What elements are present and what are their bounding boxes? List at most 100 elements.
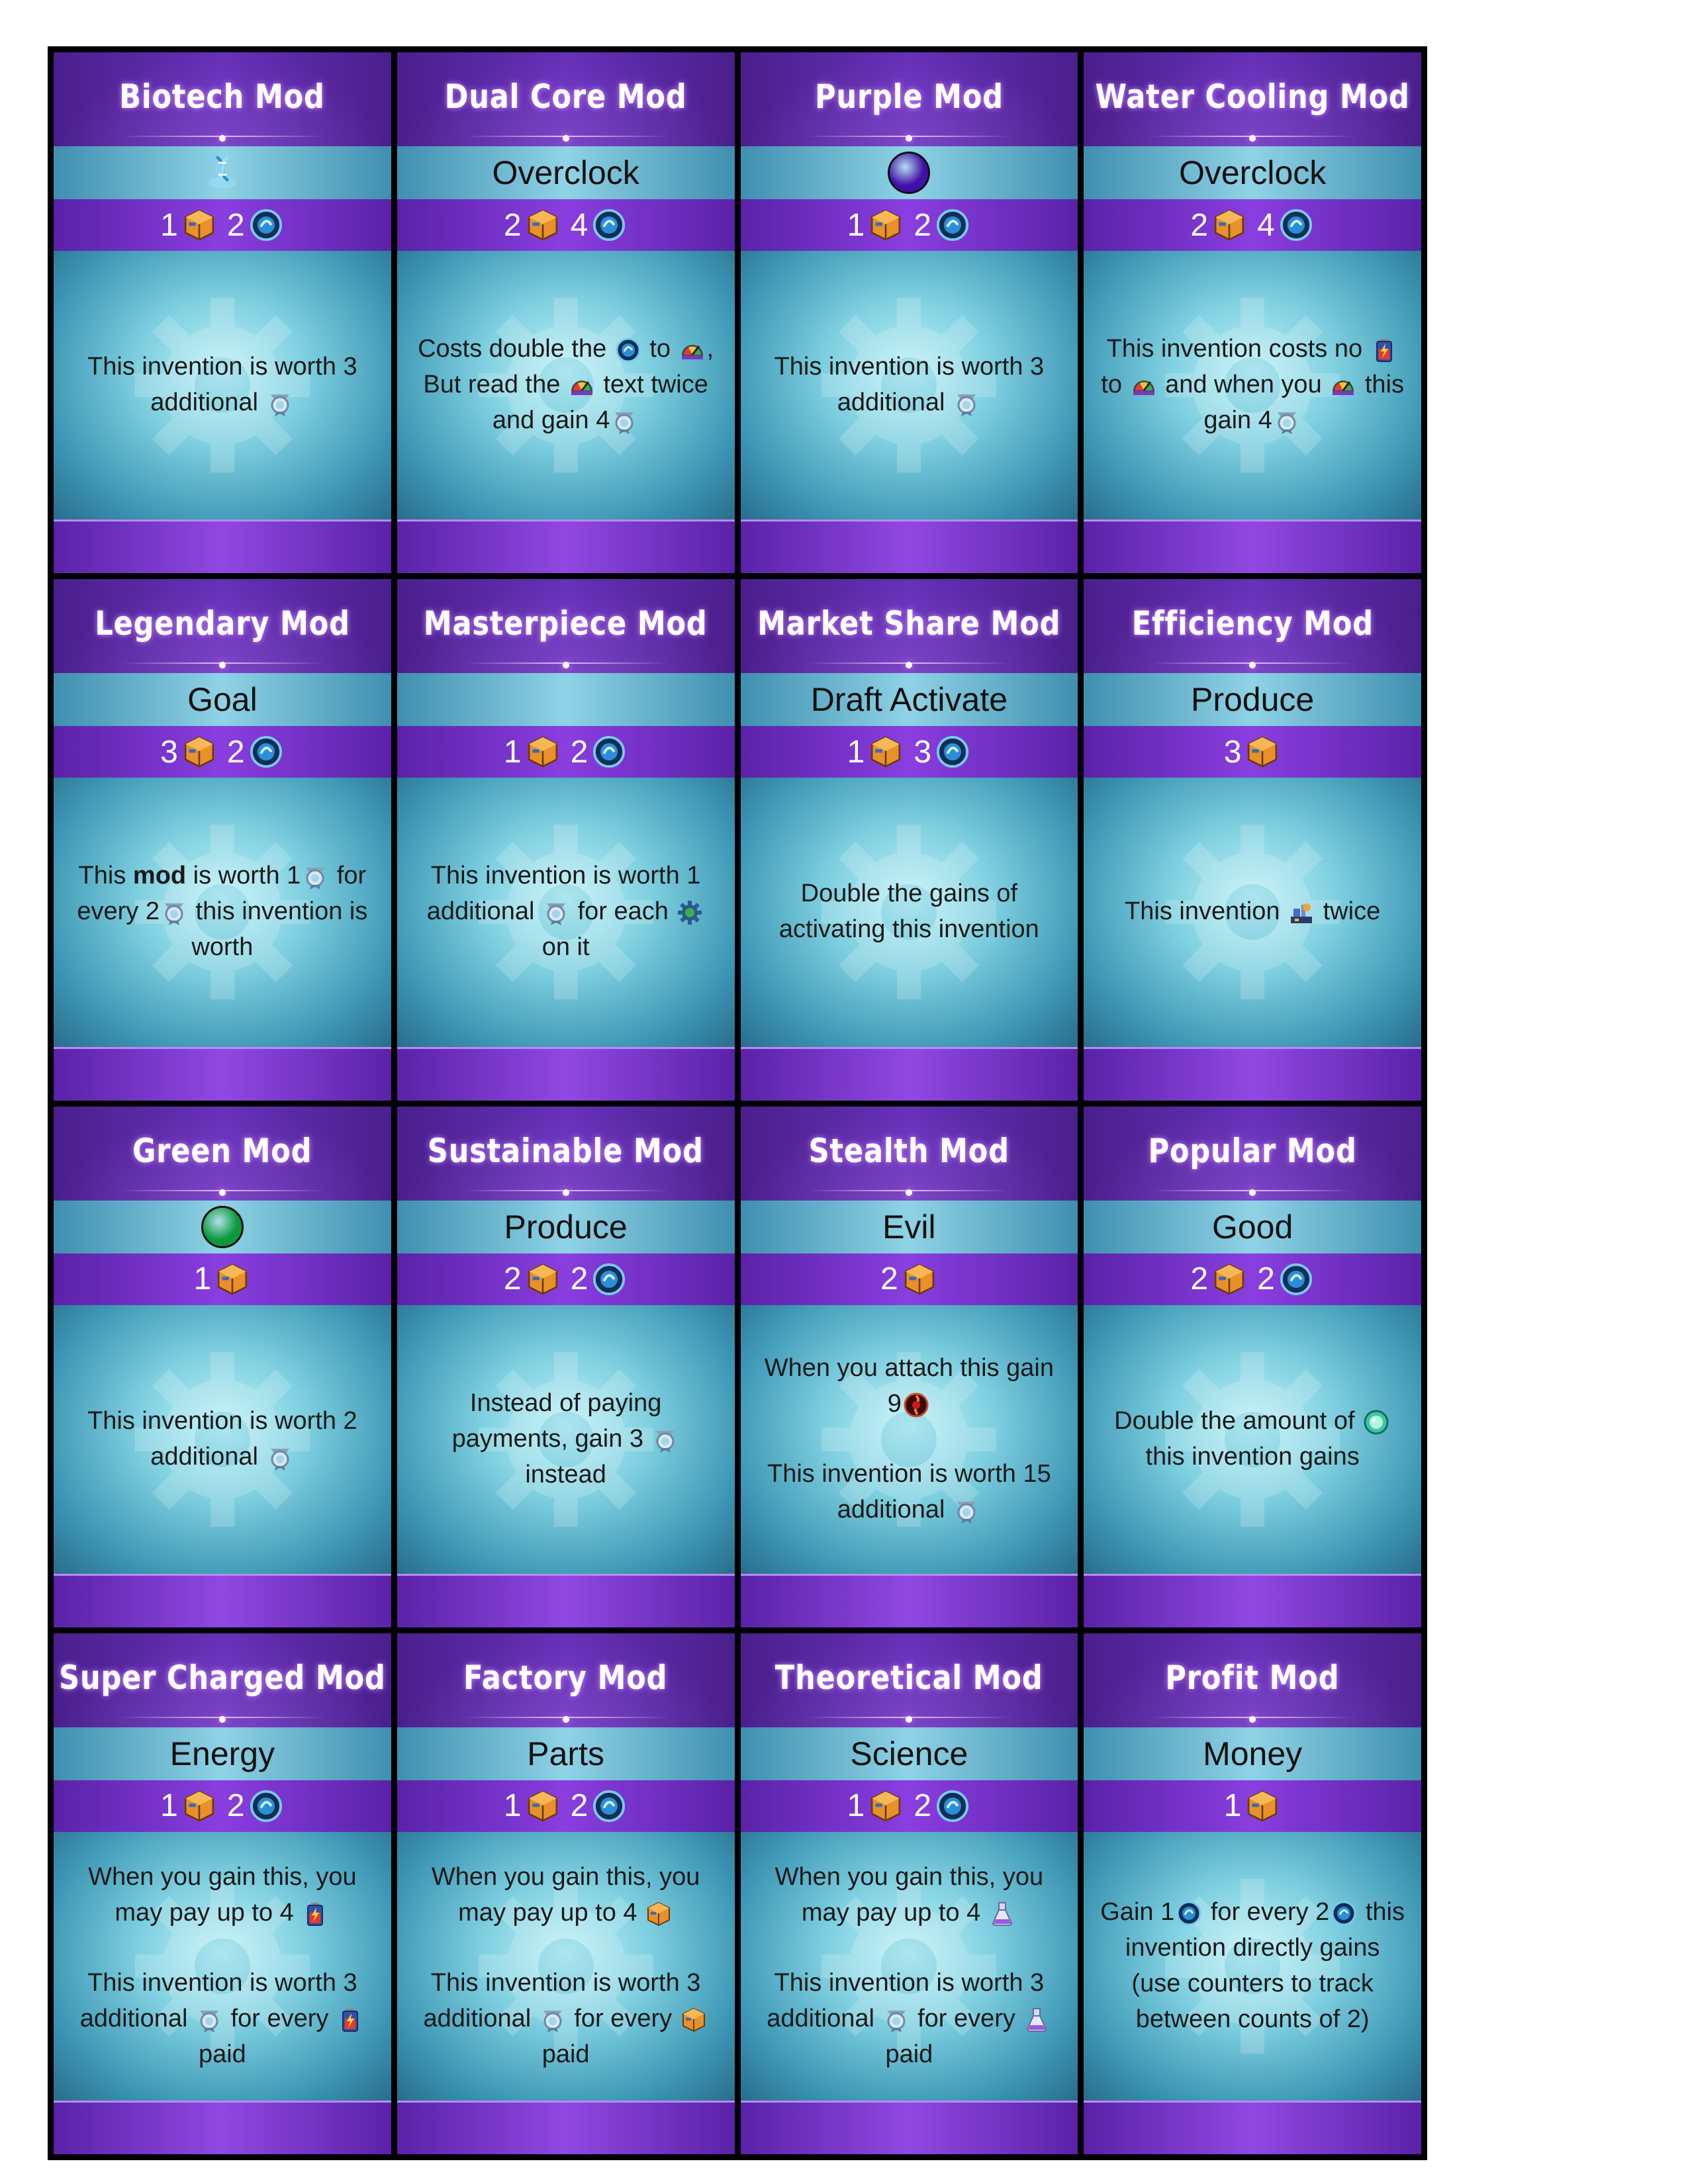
cost-amount: 1: [193, 1261, 212, 1297]
cost-item: 1: [504, 734, 561, 770]
rules-paragraph: This invention is worth 3 additional for…: [757, 1966, 1062, 2073]
award-icon: [611, 408, 637, 435]
rules-paragraph: When you gain this, you may pay up to 4: [70, 1860, 375, 1931]
card-body: Double the gains of activating this inve…: [740, 778, 1078, 1047]
cost-amount: 2: [503, 207, 522, 243]
card-cost-bar: 22: [1084, 1253, 1421, 1305]
parts-icon: [182, 735, 216, 769]
rules-text: This invention is worth 3 additional: [774, 353, 1045, 417]
card-footer-bar: [397, 1573, 735, 1627]
mod-card[interactable]: Efficiency Mod Produce 3 This invention …: [1084, 579, 1421, 1101]
cost-amount: 3: [1223, 734, 1242, 770]
card-cost-bar: 12: [397, 726, 735, 778]
card-body: This mod is worth 1 for every 2 this inv…: [54, 778, 391, 1047]
rules-text: paid: [541, 2040, 590, 2068]
card-body: When you attach this gain 9 This inventio…: [740, 1304, 1078, 1574]
card-type-bar: Science: [740, 1727, 1078, 1780]
mod-card[interactable]: Popular Mod Good 22 Double the amount of…: [1084, 1106, 1421, 1627]
trait-color-swatch: [201, 1205, 244, 1248]
card-footer-bar: [1084, 1573, 1421, 1627]
card-type-label: Goal: [187, 681, 258, 719]
card-rules-text: Gain 1 for every 2 this invention direct…: [1100, 1895, 1405, 2038]
cost-item: 2: [504, 1261, 561, 1297]
battery-icon: [302, 1901, 328, 1927]
mod-card[interactable]: Factory Mod Parts 12 When you gain this,…: [397, 1633, 735, 2154]
mod-card[interactable]: Biotech Mod 12 This invention is worth 3…: [54, 52, 391, 574]
mod-card[interactable]: Market Share Mod Draft Activate 13 Doubl…: [740, 579, 1078, 1101]
award-icon: [543, 899, 569, 926]
rules-text: paid: [198, 2040, 246, 2068]
mod-card[interactable]: Stealth Mod Evil 2 When you attach this …: [740, 1106, 1078, 1627]
cost-item: 2: [571, 1788, 628, 1824]
cost-item: 1: [847, 1788, 905, 1824]
cost-amount: 2: [570, 1261, 588, 1297]
trait-color-swatch: [888, 152, 931, 194]
mod-card[interactable]: Purple Mod 12 This invention is worth 3 …: [740, 52, 1078, 574]
card-cost-bar: 22: [397, 1253, 735, 1305]
cost-item: 2: [227, 207, 285, 244]
card-rules-text: When you gain this, you may pay up to 4 …: [70, 1860, 375, 2073]
rules-text: to: [1101, 371, 1129, 399]
card-rules-text: Costs double the to , But read the text …: [413, 332, 719, 439]
card-footer-bar: [740, 2101, 1078, 2154]
cost-item: 2: [1257, 1261, 1315, 1297]
cost-item: 3: [914, 734, 971, 770]
cost-item: 3: [1224, 734, 1282, 770]
cost-amount: 2: [1257, 1261, 1275, 1297]
card-title: Dual Core Mod: [444, 77, 687, 116]
card-title-bar: Legendary Mod: [54, 579, 391, 674]
card-body: This invention costs no to and when you …: [1084, 251, 1421, 520]
card-type-label: Science: [850, 1735, 968, 1772]
card-cost-bar: 12: [54, 199, 391, 251]
card-footer-bar: [54, 520, 391, 574]
card-rules-text: Double the amount of this invention gain…: [1100, 1404, 1405, 1475]
award-icon: [302, 864, 328, 890]
cost-amount: 3: [160, 734, 178, 770]
mod-card[interactable]: Green Mod 1 This invention is worth 2 ad…: [54, 1106, 391, 1627]
card-type-bar: Draft Activate: [740, 673, 1078, 727]
cost-amount: 2: [503, 1261, 522, 1297]
card-type-label: Money: [1203, 1735, 1303, 1772]
rules-text: is worth 1: [186, 862, 301, 890]
mod-card[interactable]: Water Cooling Mod Overclock 24 This inve…: [1084, 52, 1421, 574]
parts-icon: [868, 735, 903, 769]
award-icon: [161, 899, 187, 926]
card-rules-text: This invention is worth 3 additional: [757, 349, 1062, 421]
mod-card[interactable]: Theoretical Mod Science 12 When you gain…: [740, 1633, 1078, 2154]
card-type-bar: Energy: [54, 1727, 391, 1780]
rules-text: instead: [525, 1460, 606, 1488]
energy-icon: [592, 208, 626, 242]
rules-paragraph: This invention is worth 15 additional: [757, 1457, 1062, 1528]
card-title-bar: Water Cooling Mod: [1084, 52, 1421, 146]
card-type-label: Produce: [1191, 681, 1315, 719]
parts-icon: [526, 208, 560, 242]
card-type-label: Produce: [504, 1208, 628, 1246]
energy-icon: [935, 208, 970, 242]
rules-text: for each: [571, 897, 676, 926]
cost-amount: 3: [914, 734, 932, 770]
rules-paragraph: This invention is worth 3 additional: [757, 349, 1062, 421]
cost-amount: 2: [1190, 1261, 1209, 1297]
mod-card[interactable]: Legendary Mod Goal 32 This mod is worth …: [54, 579, 391, 1101]
card-title-bar: Stealth Mod: [740, 1106, 1078, 1201]
mod-card[interactable]: Masterpiece Mod 12 This invention is wor…: [397, 579, 735, 1101]
cost-item: 3: [160, 734, 218, 770]
mod-card[interactable]: Dual Core Mod Overclock 24 Costs double …: [397, 52, 735, 574]
card-sheet: Biotech Mod 12 This invention is worth 3…: [48, 46, 1427, 2160]
card-type-bar: Goal: [54, 673, 391, 727]
cost-item: 1: [160, 1788, 218, 1824]
mod-card[interactable]: Profit Mod Money 1 Gain 1 for every 2 th…: [1084, 1633, 1421, 2154]
card-title-bar: Sustainable Mod: [397, 1106, 735, 1201]
card-type-bar: Good: [1084, 1200, 1421, 1253]
mod-card[interactable]: Sustainable Mod Produce 22 Instead of pa…: [397, 1106, 735, 1627]
mod-card[interactable]: Super Charged Mod Energy 12 When you gai…: [54, 1633, 391, 2154]
card-cost-bar: 24: [397, 199, 735, 251]
card-title-bar: Purple Mod: [740, 52, 1078, 146]
rules-text: for every: [910, 2004, 1023, 2032]
title-divider-dot: [218, 662, 226, 669]
cost-amount: 2: [570, 734, 588, 770]
card-footer-bar: [397, 520, 735, 574]
card-title-bar: Theoretical Mod: [740, 1633, 1078, 1727]
cost-item: 2: [504, 207, 561, 244]
rules-text: This: [78, 862, 133, 890]
